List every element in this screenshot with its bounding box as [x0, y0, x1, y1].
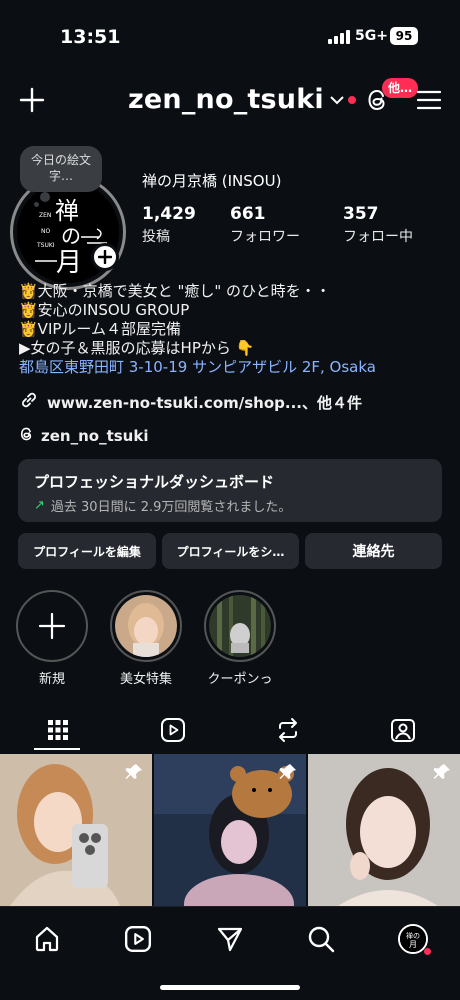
- notification-dot: [347, 95, 356, 104]
- website-text: www.zen-no-tsuki.com/shop...、他４件: [47, 393, 362, 412]
- bio: 👸大阪・京橋で美女と "癒し" のひと時を・・ 👸安心のINSOU GROUP …: [19, 282, 449, 377]
- home-indicator: [160, 985, 300, 990]
- tab-reels[interactable]: [115, 708, 230, 752]
- nav-home[interactable]: [27, 919, 67, 959]
- trend-up-icon: ↗: [34, 498, 45, 513]
- highlight-coupon[interactable]: クーポンっ: [204, 590, 276, 687]
- plus-icon: [38, 612, 66, 640]
- status-time: 13:51: [60, 26, 121, 48]
- tab-posts[interactable]: [0, 708, 115, 752]
- grid-post[interactable]: [0, 754, 152, 906]
- profile-stats: 1,429 投稿 661 フォロワー 357 フォロー中: [142, 204, 442, 248]
- username: zen_no_tsuki: [128, 84, 324, 115]
- dashboard-title: プロフェッショナルダッシュボード: [34, 473, 275, 491]
- svg-text:TSUKI: TSUKI: [36, 242, 55, 249]
- grid-post[interactable]: [154, 754, 306, 906]
- svg-text:の: の: [61, 224, 81, 248]
- stat-label: 投稿: [142, 229, 170, 245]
- repost-icon: [278, 718, 297, 742]
- pin-icon: [278, 762, 298, 786]
- active-tab-indicator: [34, 748, 80, 750]
- highlight-label: 新規: [38, 672, 65, 687]
- nav-profile[interactable]: 禅の月: [393, 919, 433, 959]
- display-name: 禅の月京橋 (INSOU): [142, 172, 282, 190]
- notification-dot: [424, 948, 431, 955]
- stat-label: フォロー中: [343, 229, 413, 245]
- chevron-down-icon: [330, 90, 344, 109]
- highlight-circle: [110, 590, 182, 662]
- svg-text:禅の: 禅の: [406, 931, 420, 940]
- note-tail: [40, 192, 50, 202]
- svg-text:禅: 禅: [55, 197, 79, 225]
- stat-label: フォロワー: [230, 229, 300, 245]
- bio-line: 👸安心のINSOU GROUP: [19, 301, 190, 319]
- bio-line: 👸大阪・京橋で美女と "癒し" のひと時を・・: [19, 282, 331, 300]
- svg-text:月: 月: [56, 248, 82, 278]
- send-icon: [217, 927, 243, 952]
- network-label: 5G+: [355, 28, 388, 44]
- pin-icon: [432, 762, 452, 786]
- link-icon: [19, 390, 39, 414]
- threads-badge[interactable]: 他…: [382, 78, 419, 98]
- reels-icon: [160, 718, 185, 742]
- nav-reels[interactable]: [118, 919, 158, 959]
- bio-line: 👸VIPルーム４部屋完備: [19, 320, 181, 338]
- highlight-thumbnail: [209, 595, 271, 657]
- menu-icon[interactable]: [414, 84, 444, 116]
- edit-profile-button[interactable]: プロフィールを編集: [18, 533, 156, 569]
- tab-tagged[interactable]: [345, 708, 460, 752]
- stat-value: 1,429: [142, 204, 196, 224]
- grid-post[interactable]: [308, 754, 460, 906]
- highlight-new[interactable]: 新規: [16, 590, 88, 687]
- highlight-label: クーポンっ: [207, 672, 273, 687]
- battery-icon: 95: [390, 27, 418, 45]
- dashboard-subtitle: ↗ 過去 30日間に 2.9万回閲覧されました。: [34, 496, 442, 515]
- website-link[interactable]: www.zen-no-tsuki.com/shop...、他４件: [19, 390, 362, 414]
- grid-icon: [47, 720, 68, 740]
- reels-icon: [124, 925, 152, 953]
- threads-icon: [19, 426, 35, 446]
- home-icon: [35, 926, 59, 952]
- status-bar: 13:51 5G+ 95: [0, 0, 460, 70]
- nav-search[interactable]: [301, 919, 341, 959]
- stat-value: 357: [343, 204, 379, 224]
- svg-text:NO: NO: [41, 228, 50, 235]
- highlight-label: 美女特集: [119, 672, 172, 687]
- add-story-button[interactable]: [91, 243, 119, 271]
- highlight-thumbnail: [115, 595, 177, 657]
- account-switcher[interactable]: zen_no_tsuki: [128, 84, 356, 115]
- address-link[interactable]: 都島区東野田町 3-10-19 サンピアザビル 2F, Osaka: [19, 358, 449, 377]
- dashboard-subtitle-text: 過去 30日間に 2.9万回閲覧されました。: [50, 500, 292, 515]
- note-bubble[interactable]: 今日の絵文字…: [20, 146, 102, 192]
- nav-messages[interactable]: [210, 919, 250, 959]
- note-tail: [34, 202, 39, 207]
- signal-icon: [328, 30, 350, 44]
- highlight-circle: [16, 590, 88, 662]
- pin-icon: [124, 762, 144, 786]
- stat-followers[interactable]: 661 フォロワー: [230, 204, 300, 246]
- search-icon: [308, 926, 335, 953]
- share-profile-button[interactable]: プロフィールをシ…: [162, 533, 299, 569]
- threads-handle: zen_no_tsuki: [41, 427, 149, 445]
- svg-text:ZEN: ZEN: [39, 212, 51, 219]
- stat-posts[interactable]: 1,429 投稿: [142, 204, 196, 246]
- highlight-circle: [204, 590, 276, 662]
- tagged-icon: [390, 719, 415, 742]
- plus-icon[interactable]: [14, 82, 50, 118]
- stat-value: 661: [230, 204, 266, 224]
- profile-header: zen_no_tsuki 他…: [0, 78, 460, 124]
- bio-line: ▶女の子＆黒服の応募はHPから 👇: [19, 339, 255, 357]
- stat-following[interactable]: 357 フォロー中: [343, 204, 413, 246]
- highlight-beauty[interactable]: 美女特集: [110, 590, 182, 687]
- svg-text:月: 月: [409, 940, 417, 949]
- contact-button[interactable]: 連絡先: [305, 533, 442, 569]
- threads-profile-link[interactable]: zen_no_tsuki: [19, 426, 148, 446]
- professional-dashboard[interactable]: プロフェッショナルダッシュボード ↗ 過去 30日間に 2.9万回閲覧されました…: [18, 459, 442, 522]
- tab-reposts[interactable]: [230, 708, 345, 752]
